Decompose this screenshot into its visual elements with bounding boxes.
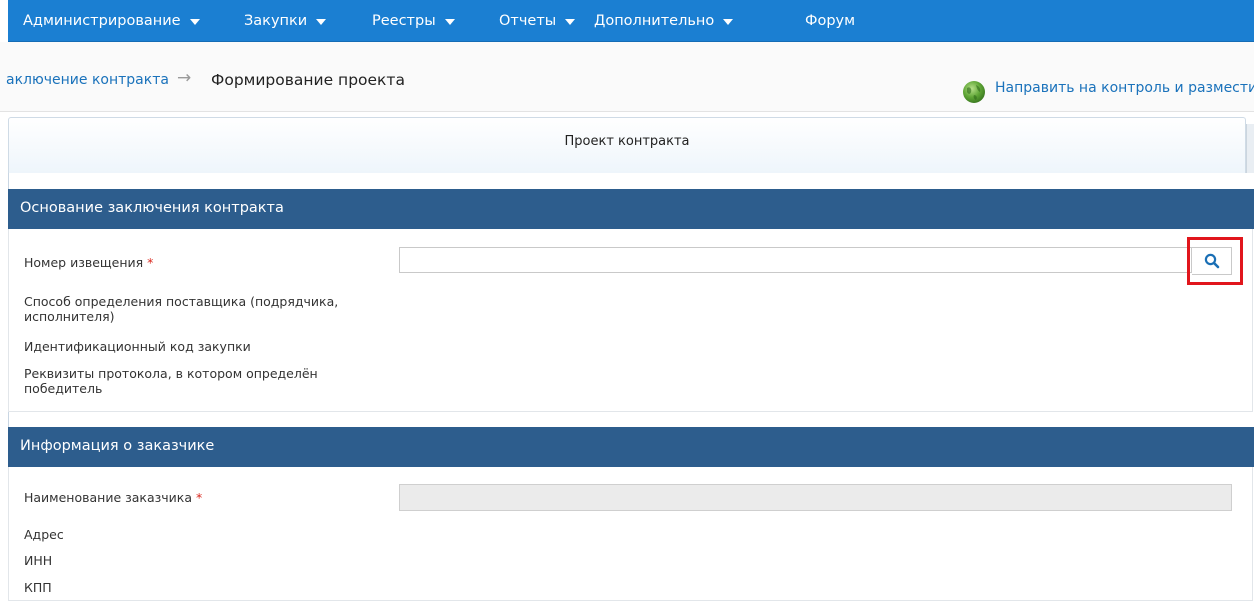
supplier-method-label: Способ определения поставщика (подрядчик… — [24, 294, 338, 324]
section-header-customer: Информация о заказчике — [8, 427, 1254, 467]
page-title: Формирование проекта — [211, 71, 405, 89]
search-icon — [1204, 253, 1219, 269]
menu-registries-label: Реестры — [372, 12, 436, 29]
menu-additional-label: Дополнительно — [594, 12, 715, 29]
caret-down-icon — [189, 18, 200, 25]
notice-number-input[interactable] — [399, 247, 1192, 273]
inn-label: ИНН — [24, 553, 53, 568]
customer-name-label-text: Наименование заказчика — [24, 490, 192, 505]
breadcrumb-parent-link[interactable]: аключение контракта — [6, 72, 169, 88]
menu-forum-label: Форум — [805, 12, 856, 29]
supplier-method-label-line1: Способ определения поставщика (подрядчик… — [24, 294, 339, 309]
address-label: Адрес — [24, 527, 64, 542]
caret-down-icon — [444, 18, 455, 25]
protocol-label-line1: Реквизиты протокола, в котором определён — [24, 366, 318, 381]
menu-purchases-label: Закупки — [244, 12, 308, 29]
menu-registries[interactable]: Реестры — [372, 13, 455, 29]
menu-administration-label: Администрирование — [23, 12, 181, 29]
purchase-code-label: Идентификационный код закупки — [24, 339, 251, 354]
breadcrumb-separator-icon: → — [177, 68, 192, 88]
menu-forum[interactable]: Форум — [805, 13, 855, 29]
customer-name-input[interactable] — [399, 484, 1232, 511]
required-mark: * — [147, 255, 154, 270]
globe-icon[interactable] — [962, 80, 986, 104]
protocol-label-line2: победитель — [24, 381, 103, 396]
section-header-basis: Основание заключения контракта — [8, 189, 1254, 229]
search-button[interactable] — [1192, 247, 1232, 275]
tab-scroll-edge — [1246, 124, 1254, 173]
tab-title: Проект контракта — [564, 134, 690, 149]
contract-project-tab[interactable]: Проект контракта — [8, 117, 1246, 173]
supplier-method-label-line2: исполнителя) — [24, 309, 115, 324]
customer-name-label: Наименование заказчика * — [24, 490, 202, 505]
caret-down-icon — [565, 18, 576, 25]
menu-reports-label: Отчеты — [499, 12, 557, 29]
protocol-label: Реквизиты протокола, в котором определён… — [24, 366, 318, 396]
menu-reports[interactable]: Отчеты — [499, 12, 576, 29]
caret-down-icon — [316, 18, 327, 25]
top-navigation: Администрирование Закупки Реестры Отчеты… — [8, 0, 1254, 42]
breadcrumb: аключение контракта → Формирование проек… — [0, 42, 1254, 112]
menu-administration[interactable]: Администрирование — [23, 13, 200, 29]
notice-number-label: Номер извещения * — [24, 255, 153, 270]
send-to-control-link[interactable]: Направить на контроль и разместить — [995, 80, 1254, 96]
caret-down-icon — [723, 18, 734, 25]
menu-purchases[interactable]: Закупки — [244, 12, 327, 29]
menu-additional[interactable]: Дополнительно — [594, 12, 734, 29]
notice-number-label-text: Номер извещения — [24, 255, 144, 270]
required-mark: * — [195, 490, 203, 505]
kpp-label: КПП — [24, 580, 52, 595]
